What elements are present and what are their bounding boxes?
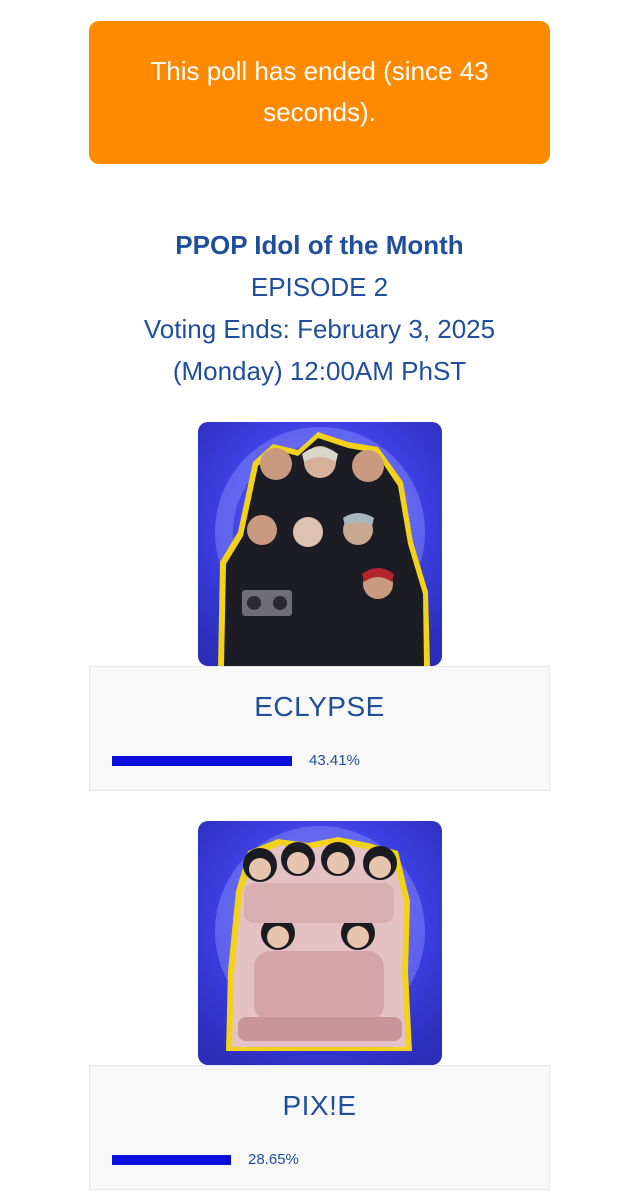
candidate-name: ECLYPSE xyxy=(254,691,385,722)
episode-label: EPISODE 2 xyxy=(250,272,389,302)
result-card: ECLYPSE 43.41% xyxy=(89,666,550,791)
poll-ended-notice: This poll has ended (since 43 seconds). xyxy=(89,21,550,164)
candidate-photo xyxy=(198,821,442,1065)
candidate-name: PIX!E xyxy=(282,1090,357,1121)
vote-bar-fill xyxy=(112,1155,231,1165)
vote-percent: 43.41% xyxy=(309,752,360,769)
voting-ends-label: Voting Ends: February 3, 2025 xyxy=(143,314,496,344)
result-card: PIX!E 28.65% xyxy=(89,1065,550,1190)
poll-ended-text: This poll has ended (since 43 seconds). xyxy=(150,56,489,127)
group-photo-pixie xyxy=(198,821,442,1065)
poll-title: PPOP Idol of the Month xyxy=(175,230,464,260)
vote-bar-fill xyxy=(112,756,292,766)
voting-ends-time: (Monday) 12:00AM PhST xyxy=(172,356,467,386)
candidate-photo xyxy=(198,422,442,666)
group-photo-eclypse xyxy=(198,422,442,666)
vote-percent: 28.65% xyxy=(248,1151,299,1168)
vote-bar-track xyxy=(112,1155,527,1165)
poll-header: PPOP Idol of the Month EPISODE 2 Voting … xyxy=(0,224,639,392)
